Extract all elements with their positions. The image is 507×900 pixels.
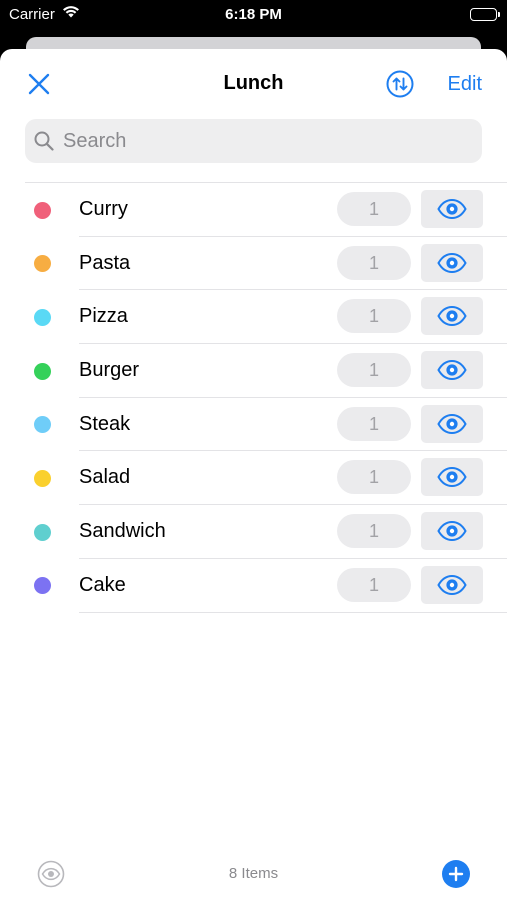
search-bar — [25, 119, 482, 163]
list-item[interactable]: Steak 1 — [0, 398, 507, 452]
item-name: Pasta — [79, 251, 131, 274]
page-title: Lunch — [223, 72, 284, 94]
list-item[interactable]: Burger 1 — [0, 344, 507, 398]
visibility-button[interactable] — [421, 297, 483, 336]
visibility-button[interactable] — [421, 458, 483, 497]
color-dot — [34, 201, 51, 219]
color-dot — [34, 469, 51, 487]
color-dot — [34, 416, 51, 434]
item-name: Burger — [79, 359, 140, 382]
item-count-button[interactable]: 1 — [337, 567, 411, 602]
item-count-button[interactable]: 1 — [337, 299, 411, 334]
color-dot — [34, 255, 51, 273]
visibility-button[interactable] — [421, 404, 483, 443]
row-divider — [79, 611, 507, 613]
list-item[interactable]: Sandwich 1 — [0, 505, 507, 559]
color-dot — [34, 577, 51, 595]
item-count-button[interactable]: 1 — [337, 460, 411, 495]
sort-arrows-icon[interactable] — [386, 70, 414, 98]
color-dot — [34, 362, 51, 380]
eye-icon — [437, 306, 467, 327]
eye-icon — [437, 521, 467, 542]
eye-icon — [437, 574, 467, 595]
list-item[interactable]: Pasta 1 — [0, 237, 507, 291]
item-count-button[interactable]: 1 — [337, 353, 411, 388]
item-name: Curry — [79, 198, 128, 220]
search-icon — [34, 131, 54, 151]
plus-icon — [448, 866, 464, 882]
visibility-button[interactable] — [421, 190, 483, 228]
item-name: Steak — [79, 412, 131, 435]
clock: 6:18 PM — [225, 6, 282, 23]
item-count-label: 8 Items — [228, 865, 279, 882]
eye-icon — [437, 413, 467, 434]
item-count-button[interactable]: 1 — [337, 245, 411, 280]
item-count-button[interactable]: 1 — [337, 514, 411, 549]
item-name: Pizza — [79, 305, 128, 328]
item-name: Salad — [79, 466, 131, 489]
navigation-bar: Lunch Edit — [0, 49, 507, 119]
visibility-button[interactable] — [421, 351, 483, 390]
visibility-button[interactable] — [421, 565, 483, 604]
battery-icon — [470, 8, 500, 21]
item-count-button[interactable]: 1 — [337, 192, 411, 226]
bottom-toolbar: 8 Items — [0, 849, 507, 899]
list-item[interactable]: Curry 1 — [0, 183, 507, 237]
item-list: Curry 1 Pasta 1 Pizza 1 Burger 1 Steak 1… — [0, 183, 507, 613]
add-button[interactable] — [442, 860, 470, 888]
eye-icon — [437, 252, 467, 273]
color-dot — [34, 523, 51, 541]
eye-icon — [437, 467, 467, 488]
list-item[interactable]: Cake 1 — [0, 559, 507, 613]
search-input[interactable] — [63, 119, 473, 163]
edit-button[interactable]: Edit — [448, 73, 482, 96]
list-item[interactable]: Salad 1 — [0, 451, 507, 506]
item-count-button[interactable]: 1 — [337, 406, 411, 441]
lunch-sheet: Lunch Edit Curry 1 — [0, 49, 507, 900]
eye-icon — [437, 199, 467, 219]
list-item[interactable]: Pizza 1 — [0, 290, 507, 345]
color-dot — [34, 308, 51, 326]
visibility-button[interactable] — [421, 243, 483, 282]
visibility-button[interactable] — [421, 512, 483, 551]
item-name: Cake — [79, 573, 126, 596]
status-bar: Carrier 6:18 PM — [0, 0, 507, 30]
item-name: Sandwich — [79, 520, 166, 543]
eye-icon — [437, 360, 467, 381]
